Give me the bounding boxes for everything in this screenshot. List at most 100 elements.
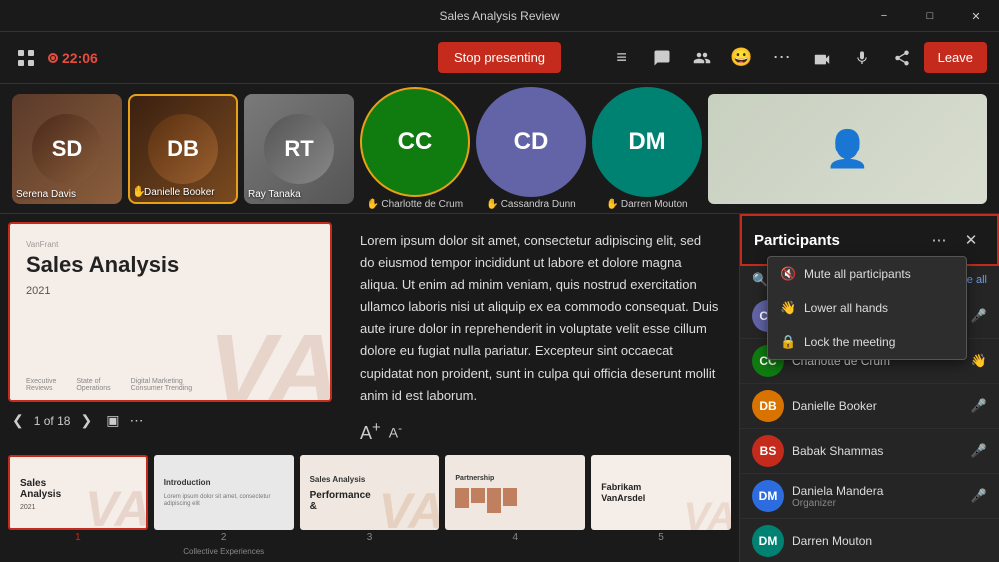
slide-thumb-3[interactable]: VA Sales Analysis Performance& 3 [300, 455, 440, 556]
lower-hands-icon: 👋 [780, 300, 796, 316]
slide-thumb-num-1: 1 [8, 532, 148, 543]
toolbar-right: ≡ 😀 ⋯ Leave [569, 40, 987, 76]
slide-footer-labels: ExecutiveReviews State ofOperations Digi… [26, 378, 192, 392]
participant-name-cassandra: Cassandra Dunn [501, 199, 576, 210]
slide-thumb-img-4[interactable]: Partnership [445, 455, 585, 530]
slide-text-content: Lorem ipsum dolor sit amet, consectetur … [360, 230, 719, 407]
slide-thumb-1[interactable]: VA SalesAnalysis 2021 1 [8, 455, 148, 556]
footer-label-3: Digital MarketingConsumer Trending [131, 378, 192, 392]
participant-name-charlotte: Charlotte de Crum [381, 199, 463, 210]
participant-avatar-darren[interactable]: DM [592, 87, 702, 197]
participant-name-serena: Serena Davis [16, 189, 76, 200]
slide-watermark: VA [209, 320, 333, 402]
name-danielle-booker: Danielle Booker [792, 399, 963, 413]
mute-all-menu-item[interactable]: 🔇 Mute all participants [768, 257, 966, 291]
info-danielle-booker: Danielle Booker [792, 399, 963, 413]
slide-thumb-4[interactable]: Partnership 4 [445, 455, 585, 556]
avatar-danielle-booker: DB [752, 390, 784, 422]
avatar-darren-mouton: DM [752, 525, 784, 557]
grid-icon[interactable] [12, 44, 40, 72]
participant-thumb-danielle[interactable]: DB ✋ Danielle Booker [128, 94, 238, 204]
hand-icon-cassandra: ✋ [486, 199, 498, 210]
main-area: VanFrant Sales Analysis 2021 VA Executiv… [0, 214, 999, 562]
participant-item-daniela: DM Daniela Mandera Organizer 🎤 [740, 474, 999, 519]
participant-serena: SD Serena Davis [12, 94, 122, 204]
copy-slide-icon[interactable]: ▣ [106, 412, 119, 429]
mic-icon[interactable] [844, 40, 880, 76]
slide-thumb-2[interactable]: Introduction Lorem ipsum dolor sit amet,… [154, 455, 294, 556]
participant-ray: RT Ray Tanaka [244, 94, 354, 204]
main-slide: VanFrant Sales Analysis 2021 VA Executiv… [8, 222, 332, 402]
participant-avatar-charlotte[interactable]: CC [360, 87, 470, 197]
info-daniela: Daniela Mandera Organizer [792, 484, 963, 509]
mute-all-label: Mute all participants [804, 267, 911, 281]
decrease-text-btn[interactable]: A- [389, 422, 402, 441]
icons-babak: 🎤 [971, 443, 987, 459]
prev-slide-button[interactable]: ❮ [8, 410, 28, 431]
text-controls: A+ A- [360, 419, 719, 444]
toolbar-center: Stop presenting [438, 42, 561, 73]
lower-all-hands-label: Lower all hands [804, 301, 888, 315]
slide-thumb-num-4: 4 [445, 532, 585, 543]
lower-all-hands-menu-item[interactable]: 👋 Lower all hands [768, 291, 966, 325]
participant-cassandra: CD ✋ Cassandra Dunn [476, 87, 586, 210]
info-darren-mouton: Darren Mouton [792, 534, 979, 548]
close-button[interactable]: ✕ [953, 0, 999, 32]
participants-sidebar: Participants ⋯ ✕ 🔇 Mute all participants… [739, 214, 999, 562]
lock-meeting-label: Lock the meeting [804, 335, 895, 349]
slide-thumb-img-2[interactable]: Introduction Lorem ipsum dolor sit amet,… [154, 455, 294, 530]
participant-item-babak: BS Babak Shammas 🎤 [740, 429, 999, 474]
share-icon[interactable] [884, 40, 920, 76]
stop-presenting-button[interactable]: Stop presenting [438, 42, 561, 73]
chat-icon[interactable] [644, 40, 680, 76]
title-bar: Sales Analysis Review − □ ✕ [0, 0, 999, 32]
participants-panel-title: Participants [754, 232, 840, 249]
more-slide-icon[interactable]: ⋯ [129, 412, 143, 429]
next-slide-button[interactable]: ❯ [76, 410, 96, 431]
search-icon-participants: 🔍 [752, 272, 768, 288]
slide-thumb-num-5: 5 [591, 532, 731, 543]
call-timer: 22:06 [48, 50, 98, 66]
video-participants-row: SD Serena Davis DB ✋ Danielle Booker RT … [0, 84, 999, 214]
increase-text-btn[interactable]: A+ [360, 419, 381, 444]
maximize-button[interactable]: □ [907, 0, 953, 32]
participant-item-darren-mouton: DM Darren Mouton [740, 519, 999, 562]
toolbar: 22:06 Stop presenting ≡ 😀 ⋯ Leave [0, 32, 999, 84]
mic-icon-daniela: 🎤 [971, 488, 987, 504]
lock-icon: 🔒 [780, 334, 796, 350]
participant-name-darren: Darren Mouton [621, 199, 688, 210]
icons-danielle-booker: 🎤 [971, 398, 987, 414]
participant-thumb-ray[interactable]: RT Ray Tanaka [244, 94, 354, 204]
participants-icon[interactable] [684, 40, 720, 76]
slide-thumb-num-2: 2 [154, 532, 294, 543]
slide-thumb-5[interactable]: VA FabrikamVanArsdel 5 [591, 455, 731, 556]
slide-thumb-img-5[interactable]: VA FabrikamVanArsdel [591, 455, 731, 530]
hand-icon-charlotte-list: 👋 [971, 353, 987, 369]
icons-charlotte-crum: 👋 [971, 353, 987, 369]
leave-button[interactable]: Leave [924, 42, 987, 73]
more-options-icon[interactable]: ≡ [604, 40, 640, 76]
emoji-icon[interactable]: 😀 [724, 40, 760, 76]
footer-label-2: State ofOperations [76, 378, 110, 392]
slide-thumb-img-1[interactable]: VA SalesAnalysis 2021 [8, 455, 148, 530]
minimize-button[interactable]: − [861, 0, 907, 32]
participant-avatar-cassandra[interactable]: CD [476, 87, 586, 197]
ellipsis-icon[interactable]: ⋯ [764, 40, 800, 76]
participants-close-button[interactable]: ✕ [957, 226, 985, 254]
slide-thumb-num-3: 3 [300, 532, 440, 543]
slide-brand: VanFrant [26, 240, 58, 249]
participants-header: Participants ⋯ ✕ 🔇 Mute all participants… [740, 214, 999, 266]
thumb-2-label: Collective Experiences [154, 547, 294, 556]
participant-thumb-serena[interactable]: SD Serena Davis [12, 94, 122, 204]
presenter-video: 👤 [708, 94, 987, 204]
slide-counter: 1 of 18 [34, 414, 71, 428]
lock-meeting-menu-item[interactable]: 🔒 Lock the meeting [768, 325, 966, 359]
participants-header-icons: ⋯ ✕ [925, 226, 985, 254]
camera-icon[interactable] [804, 40, 840, 76]
toolbar-left: 22:06 [12, 44, 430, 72]
participant-darren: DM ✋ Darren Mouton [592, 87, 702, 210]
info-babak: Babak Shammas [792, 444, 963, 458]
participants-more-button[interactable]: ⋯ [925, 226, 953, 254]
slide-thumb-img-3[interactable]: VA Sales Analysis Performance& [300, 455, 440, 530]
footer-label-1: ExecutiveReviews [26, 378, 56, 392]
